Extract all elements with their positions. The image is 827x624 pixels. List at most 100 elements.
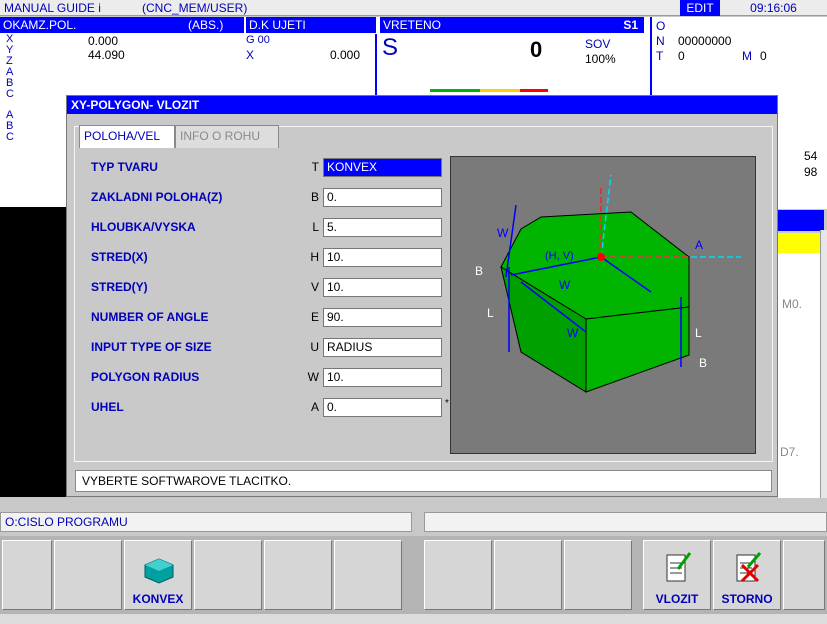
softkey-storno-label: STORNO <box>721 592 773 606</box>
diagram-label-l-right: L <box>695 326 702 340</box>
m-label: M <box>742 49 752 63</box>
divider <box>375 34 377 96</box>
axis-list-lower: ABC <box>6 109 14 143</box>
diagram-label-l-left: L <box>487 306 494 320</box>
bottom-strip <box>0 614 827 624</box>
softkey-7[interactable] <box>424 540 492 610</box>
program-number-bar: O:CISLO PROGRAMU <box>0 512 412 532</box>
letter-t: T <box>311 160 319 174</box>
diagram-label-w1: W <box>497 226 509 240</box>
letter-h: H <box>310 250 319 264</box>
axis-list: XYZ ABC <box>6 33 14 100</box>
dk-axis: X <box>246 48 255 62</box>
status-header: OKAMZ.POL. (ABS.) D.K UJETI VRETENO S1 X… <box>0 17 827 100</box>
label-input-type: INPUT TYPE OF SIZE <box>91 340 212 354</box>
diagram-label-w2: W <box>559 278 571 292</box>
diagram-label-hv: (H, V) <box>545 250 574 262</box>
letter-v: V <box>310 280 319 294</box>
letter-l: L <box>312 220 319 234</box>
right-value-2: 98 <box>804 165 818 179</box>
softkey-vlozit-label: VLOZIT <box>655 592 699 606</box>
polygon-diagram-svg: W W W (H, V) A B B L L <box>475 174 741 393</box>
required-asterisk: * <box>445 398 449 409</box>
document-insert-icon <box>666 552 692 582</box>
position-y: 44.090 <box>88 48 125 62</box>
diagram-label-b-left: B <box>475 264 483 278</box>
input-type-field[interactable]: RADIUS <box>323 338 442 357</box>
load-bar-green <box>430 89 480 92</box>
right-info-panel: 54 98 <box>778 97 827 209</box>
softkey-6[interactable] <box>334 540 402 610</box>
label-base-position: ZAKLADNI POLOHA(Z) <box>91 190 223 204</box>
label-center-x: STRED(X) <box>91 250 148 264</box>
right-m0: M0. <box>782 297 803 311</box>
g-code: G 00 <box>246 34 270 46</box>
override-label: SOV <box>585 37 611 51</box>
position-header: OKAMZ.POL. (ABS.) <box>0 17 244 33</box>
tool-number: 0 <box>678 49 685 63</box>
convex-shape-icon <box>144 558 174 584</box>
tab-poloha-vel[interactable]: POLOHA/VEL <box>79 125 175 148</box>
sequence-number: 00000000 <box>678 34 732 48</box>
dk-x-value: 0.000 <box>330 48 361 62</box>
spindle-header: VRETENO S1 <box>380 17 644 33</box>
softkey-9[interactable] <box>564 540 632 610</box>
tab-info-o-rohu[interactable]: INFO O ROHU <box>175 125 279 148</box>
label-polygon-radius: POLYGON RADIUS <box>91 370 200 384</box>
letter-w: W <box>307 370 319 384</box>
base-position-field[interactable]: 0. <box>323 188 442 207</box>
right-scrollbar[interactable] <box>820 230 827 498</box>
divider <box>650 17 652 97</box>
diagram-label-a: A <box>695 238 703 252</box>
center-y-field[interactable]: 10. <box>323 278 442 297</box>
right-highlight <box>778 233 820 253</box>
distance-header: D.K UJETI <box>246 17 376 33</box>
override-value: 100% <box>585 52 616 66</box>
load-bar-red <box>520 89 548 92</box>
polygon-dialog: XY-POLYGON- VLOZIT TYP TVARU T KONVEX ZA… <box>66 95 778 497</box>
softkey-12[interactable] <box>783 540 825 610</box>
right-blue-strip <box>778 210 824 231</box>
spacer <box>0 498 827 512</box>
polygon-radius-field[interactable]: 10. <box>323 368 442 387</box>
polygon-diagram: W W W (H, V) A B B L L <box>450 156 756 454</box>
softkey-1[interactable] <box>2 540 52 610</box>
label-depth: HLOUBKA/VYSKA <box>91 220 196 234</box>
label-shape-type: TYP TVARU <box>91 160 158 174</box>
right-value-1: 54 <box>804 149 818 163</box>
softkey-4[interactable] <box>194 540 262 610</box>
clock: 09:16:06 <box>750 1 797 15</box>
letter-u: U <box>310 340 319 354</box>
center-x-field[interactable]: 10. <box>323 248 442 267</box>
softkey-storno[interactable]: STORNO <box>713 540 781 610</box>
mode-badge: EDIT <box>680 0 720 16</box>
dialog-title: XY-POLYGON- VLOZIT <box>67 96 777 114</box>
left-black-panel <box>0 207 66 497</box>
shape-type-field[interactable]: KONVEX <box>323 158 442 177</box>
label-center-y: STRED(Y) <box>91 280 148 294</box>
center-point <box>597 253 605 261</box>
t-label: T <box>656 49 664 63</box>
document-cancel-icon <box>736 552 762 583</box>
softkey-8[interactable] <box>494 540 562 610</box>
input-buffer-bar <box>424 512 827 532</box>
right-d7: D7. <box>780 445 799 459</box>
softkey-vlozit[interactable]: VLOZIT <box>643 540 711 610</box>
angle-field[interactable]: 0. <box>323 398 442 417</box>
softkey-2[interactable] <box>54 540 122 610</box>
letter-a: A <box>310 400 319 414</box>
softkey-konvex[interactable]: KONVEX <box>124 540 192 610</box>
right-program-panel: M0. D7. <box>778 253 820 498</box>
spindle-speed: 0 <box>530 37 543 62</box>
number-of-angle-field[interactable]: 90. <box>323 308 442 327</box>
program-path: (CNC_MEM/USER) <box>142 1 248 15</box>
n-label: N <box>656 34 665 48</box>
depth-field[interactable]: 5. <box>323 218 442 237</box>
softkey-bar: KONVEX VLOZIT STORNO <box>0 536 827 614</box>
title-bar: MANUAL GUIDE i (CNC_MEM/USER) EDIT 09:16… <box>0 0 827 16</box>
letter-e: E <box>310 310 319 324</box>
polygon-side-right <box>585 306 690 393</box>
softkey-5[interactable] <box>264 540 332 610</box>
position-x: 0.000 <box>88 34 119 48</box>
message-bar: VYBERTE SOFTWAROVE TLACITKO. <box>75 470 772 492</box>
